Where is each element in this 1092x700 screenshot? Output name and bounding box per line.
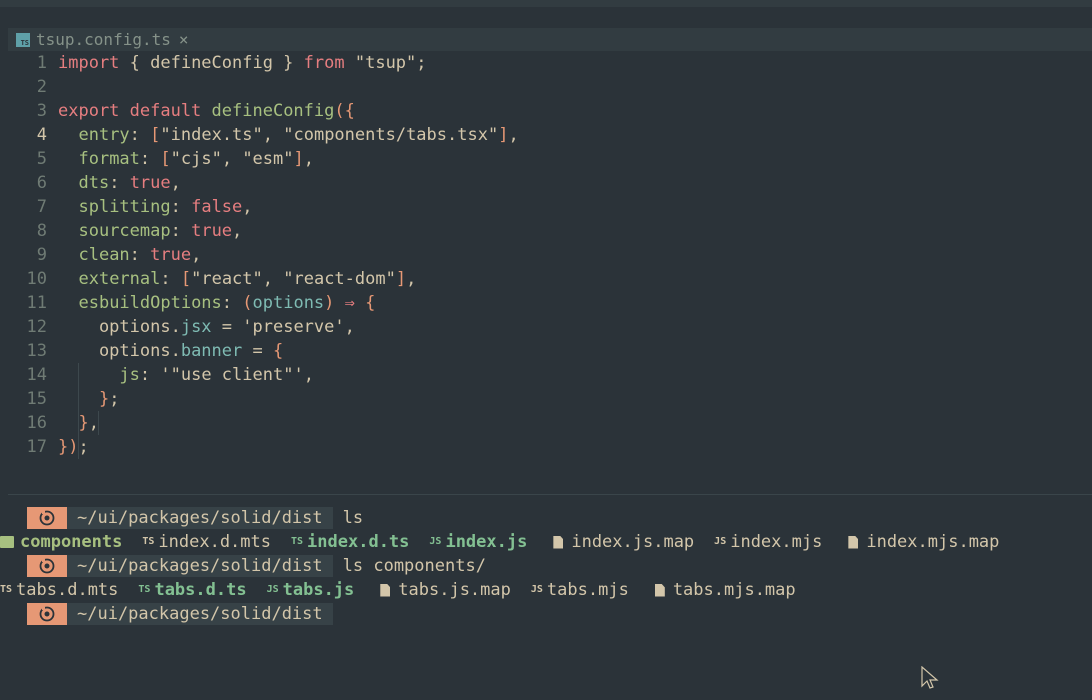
tab-filename: tsup.config.ts [36,30,171,49]
javascript-file-icon: JS [714,536,727,547]
tab-tsup-config[interactable]: TS tsup.config.ts × [8,28,197,51]
code-line: 4 entry: ["index.ts", "components/tabs.t… [36,125,519,145]
terminal-output-line: components TS index.d.mts TS index.d.ts JS… [0,530,1087,554]
code-line: 17}); [26,437,89,457]
prompt-os-icon [27,555,67,577]
list-item: TS index.d.ts [291,532,410,552]
terminal-command: ls components/ [342,556,486,576]
terminal-output-line: TS tabs.d.mts TS tabs.d.ts JS tabs.js tabs.… [0,578,1087,602]
list-item: TS tabs.d.ts [138,580,247,600]
list-item: tabs.mjs.map [649,578,796,602]
list-item: tabs.js.map [374,578,511,602]
code-line: 2 [36,77,47,97]
list-item: TS tabs.d.mts [0,580,119,600]
terminal-prompt-line: ~/ui/packages/solid/dist [27,602,1087,626]
window-top-bar [0,0,1092,7]
code-line: 6 dts: true, [36,173,181,193]
prompt-os-icon [27,507,67,529]
mouse-cursor-icon [921,666,939,689]
list-item: components [0,530,122,554]
list-item: JS index.js [429,532,528,552]
code-line: 13 options.banner = { [26,341,284,361]
code-line: 14 js: '"use client"', [26,365,314,385]
list-item: index.mjs.map [842,530,999,554]
terminal-panel[interactable]: ~/ui/packages/solid/dist ls components T… [0,506,1087,626]
prompt-path: ~/ui/packages/solid/dist [67,555,333,577]
file-icon [553,535,564,549]
prompt-path: ~/ui/packages/solid/dist [67,507,333,529]
code-line: 10 external: ["react", "react-dom"], [26,269,417,289]
terminal-command: ls [342,508,364,528]
prompt-path: ~/ui/packages/solid/dist [67,603,333,625]
file-icon [380,583,391,597]
editor-tab-bar: TS tsup.config.ts × [8,28,1092,51]
list-item: JS index.mjs [714,532,823,552]
typescript-file-icon: TS [0,584,13,595]
code-line: 8 sourcemap: true, [36,221,243,241]
list-item: JS tabs.mjs [530,580,629,600]
typescript-file-icon: TS [16,32,30,47]
list-item: JS tabs.js [266,580,355,600]
javascript-file-icon: JS [266,584,279,595]
typescript-file-icon: TS [138,584,151,595]
close-icon[interactable]: × [179,30,189,49]
code-line: 11 esbuildOptions: (options) ⇒ { [26,293,376,313]
code-line: 16 }, [26,413,99,433]
code-line: 1 import { defineConfig } from "tsup"; [36,53,427,73]
file-icon [848,535,859,549]
typescript-file-icon: TS [291,536,304,547]
prompt-os-icon [27,603,67,625]
code-line: 15 }; [26,389,120,409]
folder-icon [0,536,14,548]
code-line: 3 export default defineConfig({ [36,101,355,121]
panel-divider [8,494,1092,495]
code-line: 5 format: ["cjs", "esm"], [36,149,314,169]
code-line: 9 clean: true, [36,245,202,265]
code-line: 12 options.jsx = 'preserve', [26,317,355,337]
typescript-file-icon: TS [142,536,155,547]
file-icon [654,583,665,597]
terminal-prompt-line: ~/ui/packages/solid/dist ls [27,506,1087,530]
code-editor[interactable]: 1 import { defineConfig } from "tsup"; 2 … [0,51,1092,459]
list-item: TS index.d.mts [142,532,271,552]
list-item: index.js.map [547,530,694,554]
javascript-file-icon: JS [429,536,442,547]
terminal-prompt-line: ~/ui/packages/solid/dist ls components/ [27,554,1087,578]
javascript-file-icon: JS [530,584,543,595]
code-line: 7 splitting: false, [36,197,253,217]
